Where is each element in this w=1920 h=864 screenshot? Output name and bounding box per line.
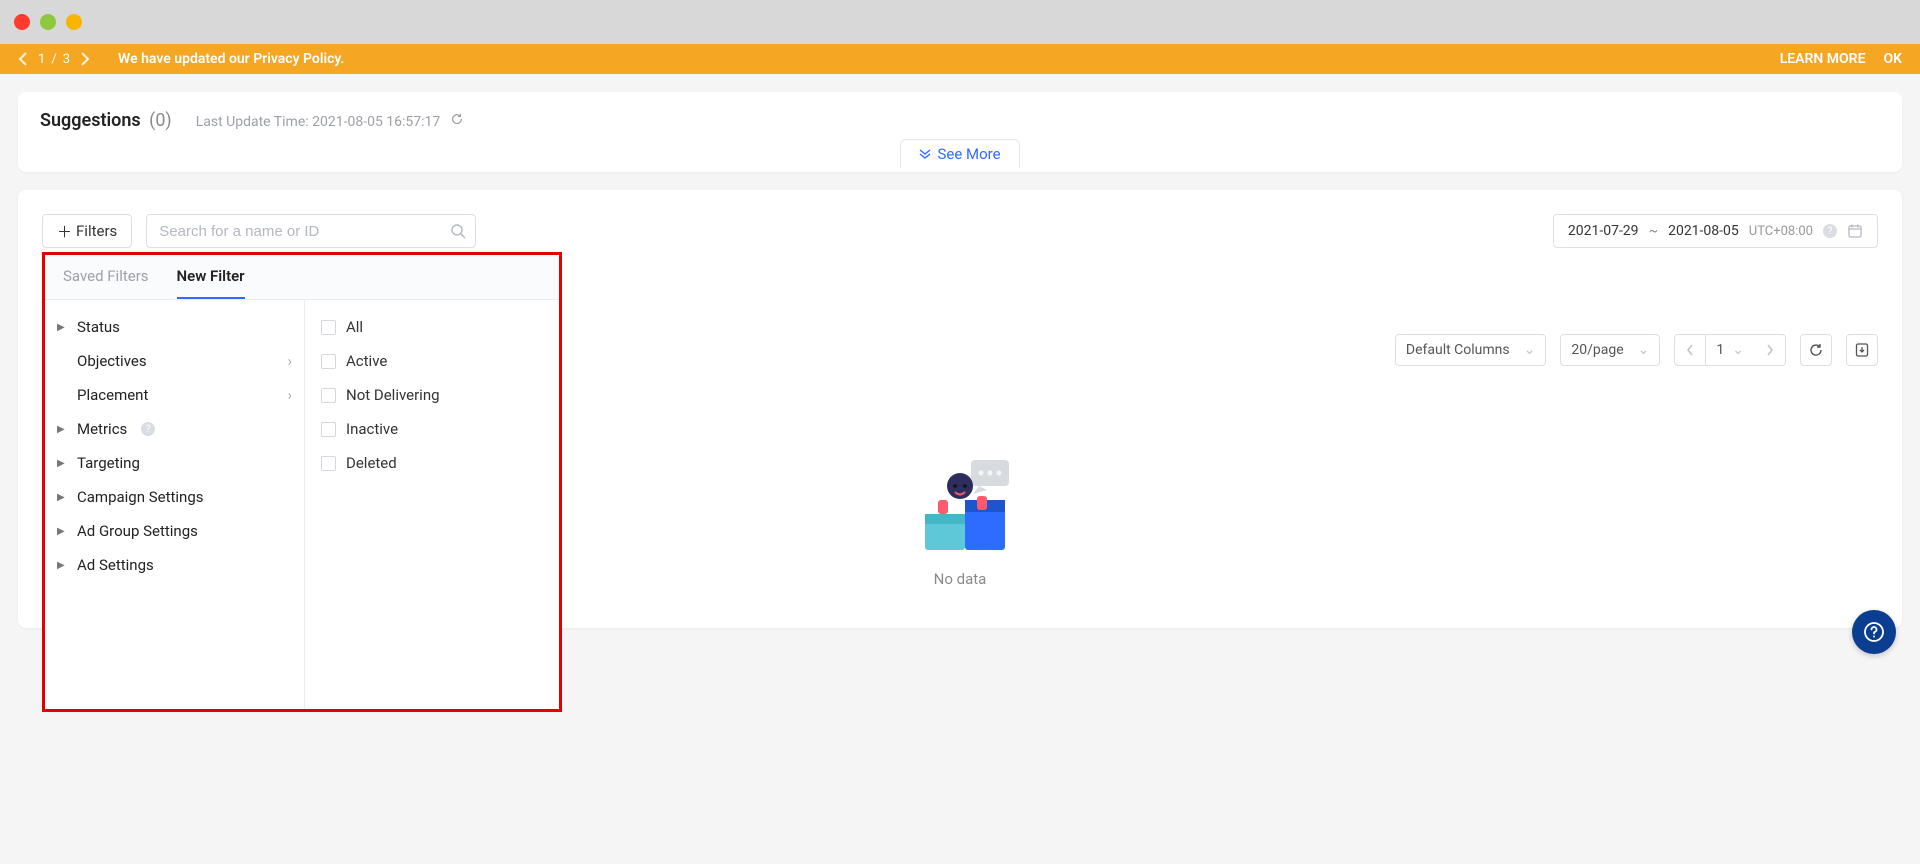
filter-options: All Active Not Delivering Inactive Delet… <box>305 300 559 709</box>
date-from: 2021-07-29 <box>1568 223 1639 239</box>
category-status[interactable]: ▶ Status <box>51 310 298 344</box>
pager-prev-button[interactable] <box>1674 334 1706 366</box>
option-all[interactable]: All <box>319 310 545 344</box>
export-button[interactable] <box>1846 334 1878 366</box>
last-update-text: Last Update Time: 2021-08-05 16:57:17 <box>196 112 464 130</box>
chevron-down-icon: ⌄ <box>1732 342 1744 358</box>
maximize-window-button[interactable] <box>66 14 82 30</box>
caret-right-icon: ▶ <box>57 322 69 333</box>
checkbox[interactable] <box>321 422 336 437</box>
timezone-help-icon[interactable]: ? <box>1823 224 1837 238</box>
filter-categories: ▶ Status Objectives › Placement › ▶ Metr… <box>45 300 305 709</box>
category-placement[interactable]: Placement › <box>51 378 298 412</box>
notice-page-indicator: 1 / 3 <box>38 52 70 67</box>
notice-message: We have updated our Privacy Policy. <box>118 51 344 67</box>
pager-next-button[interactable] <box>1754 334 1786 366</box>
help-fab[interactable] <box>1852 610 1896 654</box>
window-titlebar <box>0 0 1920 44</box>
chevron-double-down-icon <box>919 149 931 159</box>
notice-page-total: 3 <box>63 52 70 67</box>
minimize-window-button[interactable] <box>40 14 56 30</box>
tab-saved-filters[interactable]: Saved Filters <box>63 255 149 299</box>
tab-new-filter[interactable]: New Filter <box>177 255 245 299</box>
option-inactive[interactable]: Inactive <box>319 412 545 446</box>
refresh-suggestions-icon[interactable] <box>450 112 464 126</box>
checkbox[interactable] <box>321 456 336 471</box>
notice-ok-button[interactable]: OK <box>1883 51 1902 67</box>
suggestions-title: Suggestions (0) <box>40 110 172 131</box>
columns-select[interactable]: Default Columns ⌄ <box>1395 334 1546 366</box>
metrics-help-icon[interactable]: ? <box>141 422 155 436</box>
category-ad-group-settings[interactable]: ▶ Ad Group Settings <box>51 514 298 548</box>
filter-panel: Saved Filters New Filter ▶ Status Object… <box>42 252 562 712</box>
pager-page-input[interactable]: 1 ⌄ <box>1706 334 1754 366</box>
category-ad-settings[interactable]: ▶ Ad Settings <box>51 548 298 582</box>
date-to: 2021-08-05 <box>1668 223 1739 239</box>
search-icon[interactable] <box>450 223 466 239</box>
notice-prev-icon[interactable] <box>18 52 28 66</box>
checkbox[interactable] <box>321 354 336 369</box>
filters-button-label: Filters <box>76 222 117 240</box>
per-page-label: 20/page <box>1571 342 1623 358</box>
per-page-select[interactable]: 20/page ⌄ <box>1560 334 1660 366</box>
caret-right-icon: ▶ <box>57 424 69 435</box>
option-active[interactable]: Active <box>319 344 545 378</box>
chevron-down-icon: ⌄ <box>1638 342 1650 358</box>
chevron-right-icon: › <box>287 352 292 370</box>
columns-select-label: Default Columns <box>1406 342 1510 358</box>
caret-right-icon: ▶ <box>57 526 69 537</box>
notice-next-icon[interactable] <box>80 52 90 66</box>
date-sep: ~ <box>1649 223 1659 239</box>
suggestions-card: Suggestions (0) Last Update Time: 2021-0… <box>18 92 1902 172</box>
checkbox[interactable] <box>321 320 336 335</box>
checkbox[interactable] <box>321 388 336 403</box>
search-input[interactable] <box>146 214 476 248</box>
filters-button[interactable]: ＋ Filters <box>42 214 132 248</box>
notice-bar: 1 / 3 We have updated our Privacy Policy… <box>0 44 1920 74</box>
caret-right-icon: ▶ <box>57 492 69 503</box>
main-card: ＋ Filters 2021-07-29 ~ 2021-08-05 UTC+08… <box>18 190 1902 628</box>
pager: 1 ⌄ <box>1674 334 1786 366</box>
category-targeting[interactable]: ▶ Targeting <box>51 446 298 480</box>
notice-page-sep: / <box>51 52 56 67</box>
caret-right-icon: ▶ <box>57 458 69 469</box>
no-data-text: No data <box>934 570 987 588</box>
calendar-icon <box>1847 223 1863 239</box>
date-range-picker[interactable]: 2021-07-29 ~ 2021-08-05 UTC+08:00 ? <box>1553 214 1878 248</box>
category-metrics[interactable]: ▶ Metrics ? <box>51 412 298 446</box>
option-deleted[interactable]: Deleted <box>319 446 545 480</box>
chevron-right-icon: › <box>287 386 292 404</box>
chevron-down-icon: ⌄ <box>1524 342 1536 358</box>
caret-right-icon: ▶ <box>57 560 69 571</box>
notice-page-current: 1 <box>38 52 45 67</box>
close-window-button[interactable] <box>14 14 30 30</box>
option-not-delivering[interactable]: Not Delivering <box>319 378 545 412</box>
help-icon <box>1863 621 1885 643</box>
plus-icon: ＋ <box>57 221 72 242</box>
category-campaign-settings[interactable]: ▶ Campaign Settings <box>51 480 298 514</box>
see-more-button[interactable]: See More <box>900 139 1019 168</box>
timezone-label: UTC+08:00 <box>1749 224 1813 239</box>
no-data-illustration <box>905 456 1015 556</box>
learn-more-link[interactable]: LEARN MORE <box>1780 51 1866 67</box>
see-more-label: See More <box>937 145 1000 163</box>
suggestions-count: (0) <box>149 110 172 131</box>
category-objectives[interactable]: Objectives › <box>51 344 298 378</box>
refresh-button[interactable] <box>1800 334 1832 366</box>
